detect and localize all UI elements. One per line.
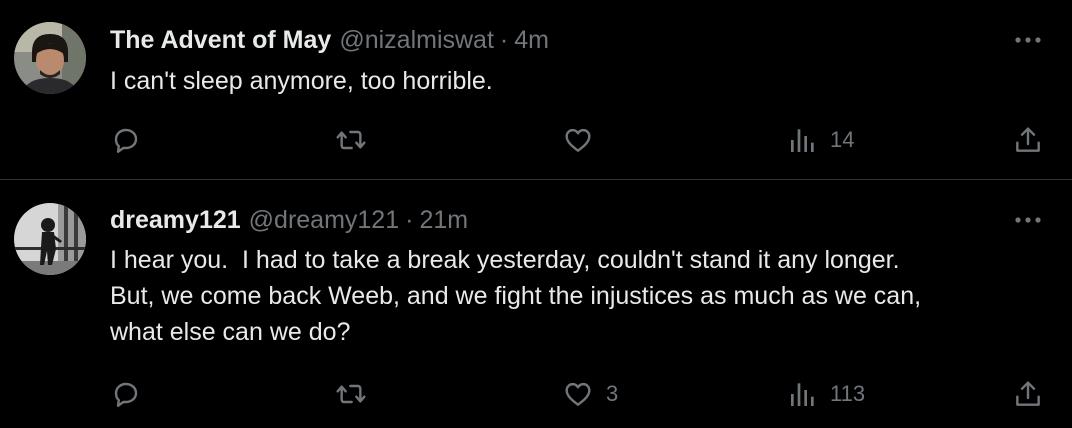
tweet-text-line: I hear you. I had to take a break yester…: [110, 246, 900, 274]
more-icon[interactable]: [1014, 210, 1042, 230]
tweet-header: The Advent of May @nizalmiswat · 4m: [110, 24, 549, 56]
separator-dot: ·: [499, 25, 509, 54]
tweet-actions: 3 113: [0, 376, 1072, 412]
views-button[interactable]: 113: [788, 376, 865, 412]
avatar[interactable]: [14, 22, 86, 94]
tweet-header: dreamy121 @dreamy121 · 21m: [110, 204, 468, 236]
share-button[interactable]: [1012, 376, 1044, 412]
tweet-text: I hear you. I had to take a break yester…: [110, 242, 1030, 350]
tweet[interactable]: dreamy121 @dreamy121 · 21m I hear you. I…: [0, 180, 1072, 428]
view-count: 113: [830, 381, 866, 406]
like-count: 3: [606, 381, 619, 406]
views-button[interactable]: 14: [788, 122, 854, 158]
retweet-icon: [336, 130, 366, 150]
retweet-icon: [336, 384, 366, 404]
avatar-image: [14, 203, 86, 275]
reply-icon: [114, 382, 138, 407]
tweet-text-line: what else can we do?: [110, 318, 351, 346]
tweet[interactable]: The Advent of May @nizalmiswat · 4m I ca…: [0, 0, 1072, 180]
reply-icon: [114, 128, 138, 153]
user-handle[interactable]: @dreamy121: [249, 206, 399, 235]
share-button[interactable]: [1012, 122, 1044, 158]
like-button[interactable]: [562, 122, 606, 158]
like-icon: [565, 382, 591, 406]
like-button[interactable]: 3: [562, 376, 618, 412]
views-icon: [791, 383, 814, 406]
display-name[interactable]: dreamy121: [110, 206, 241, 235]
display-name[interactable]: The Advent of May: [110, 26, 331, 55]
tweet-actions: 14: [0, 122, 1072, 158]
share-icon: [1016, 127, 1040, 152]
user-handle[interactable]: @nizalmiswat: [339, 26, 494, 55]
retweet-button[interactable]: [334, 376, 368, 412]
reply-button[interactable]: [110, 376, 142, 412]
more-icon[interactable]: [1014, 30, 1042, 50]
tweet-text-line: But, we come back Weeb, and we fight the…: [110, 282, 922, 310]
timeline-feed: The Advent of May @nizalmiswat · 4m I ca…: [0, 0, 1072, 428]
timestamp[interactable]: 21m: [419, 206, 468, 235]
avatar[interactable]: [14, 203, 86, 275]
separator-dot: ·: [405, 205, 414, 234]
view-count: 14: [830, 127, 855, 152]
tweet-text: I can't sleep anymore, too horrible.: [110, 63, 1030, 99]
like-icon: [565, 128, 591, 152]
retweet-button[interactable]: [334, 122, 368, 158]
views-icon: [791, 129, 814, 152]
avatar-image: [14, 22, 86, 94]
timestamp[interactable]: 4m: [514, 26, 549, 55]
reply-button[interactable]: [110, 122, 142, 158]
tweet-text-line: I can't sleep anymore, too horrible.: [110, 67, 493, 95]
share-icon: [1016, 381, 1040, 406]
